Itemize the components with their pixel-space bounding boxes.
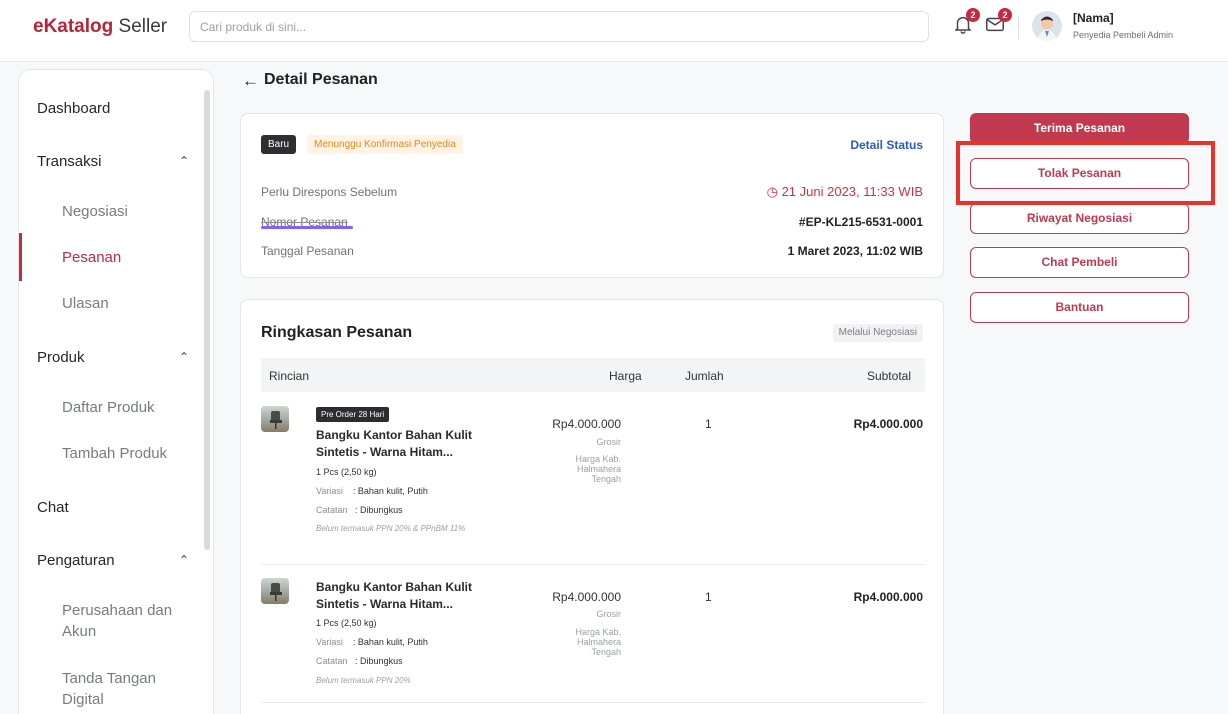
tax-note: Belum termasuk PPN 20% [316,676,411,685]
col-jumlah: Jumlah [685,369,724,383]
top-bar: eKatalog Seller 2 2 [Nama] Penyedia Pemb… [0,0,1228,62]
order-date-value: 1 Maret 2023, 11:02 WIB [787,244,923,258]
clock-icon: ◷ [766,184,778,199]
col-rincian: Rincian [269,369,310,383]
negotiation-history-button[interactable]: Riwayat Negosiasi [970,203,1189,234]
sidebar-item-tambah-produk[interactable]: Tambah Produk [62,443,167,464]
chair-icon [270,411,282,429]
order-number-value: #EP-KL215-6531-0001 [798,215,923,229]
catatan-value: : Dibungkus [355,656,403,666]
sidebar-item-ulasan[interactable]: Ulasan [62,293,109,314]
product-name[interactable]: Bangku Kantor Bahan Kulit Sintetis - War… [316,427,506,461]
chevron-up-icon[interactable]: ⌃ [179,154,189,168]
variasi-value: : Bahan kulit, Putih [352,486,428,496]
user-role: Penyedia Pembeli Admin [1073,30,1174,40]
preorder-badge: Pre Order 28 Hari [316,407,390,422]
sidebar-item-chat[interactable]: Chat [37,499,213,516]
sidebar-item-negosiasi[interactable]: Negosiasi [62,201,128,222]
table-header: Rincian Harga Jumlah Subtotal [261,358,925,392]
header-divider [1018,16,1019,40]
col-harga: Harga [609,369,642,383]
respond-before-label: Perlu Direspons Sebelum [261,185,398,199]
user-avatar-icon [1037,16,1057,41]
catatan-label: Catatan [316,656,348,666]
logo-brand: eKatalog [33,16,114,37]
message-button[interactable]: 2 [984,8,1012,39]
user-name[interactable]: [Nama] [1073,11,1114,25]
via-badge: Melalui Negosiasi [832,324,923,342]
product-variasi: Variasi : Bahan kulit, Putih [316,637,428,647]
chevron-up-icon[interactable]: ⌃ [179,553,189,567]
respond-before-date: 21 Juni 2023, 11:33 WIB [781,184,923,199]
logo[interactable]: eKatalog Seller [33,16,167,38]
respond-before-value: ◷ 21 Juni 2023, 11:33 WIB [767,184,923,200]
order-date-label: Tanggal Pesanan [261,244,354,258]
item-price: Rp4.000.000 [552,417,621,431]
price-type: Grosir [596,437,622,447]
notification-button[interactable]: 2 [952,8,980,39]
variasi-label: Variasi [316,486,343,496]
row-divider [261,564,925,565]
highlight-box [956,141,1215,205]
product-qty-weight: 1 Pcs (2,50 kg) [316,618,377,628]
product-name[interactable]: Bangku Kantor Bahan Kulit Sintetis - War… [316,579,506,613]
sidebar-item-dashboard[interactable]: Dashboard [37,100,213,117]
avatar[interactable] [1032,11,1062,41]
page-title: Detail Pesanan [264,71,378,88]
sidebar-scrollbar[interactable] [204,90,210,550]
sidebar-item-perusahaan[interactable]: Perusahaan dan Akun [62,600,192,642]
price-area: Harga Kab. Halmahera Tengah [575,454,621,484]
catatan-value: : Dibungkus [355,505,403,515]
message-badge: 2 [998,8,1012,22]
product-catatan: Catatan : Dibungkus [316,505,403,515]
catatan-label: Catatan [316,505,348,515]
variasi-value: : Bahan kulit, Putih [352,637,428,647]
chair-icon [270,583,282,601]
search-bar[interactable] [189,11,929,42]
sidebar-item-daftar-produk[interactable]: Daftar Produk [62,397,155,418]
tax-note: Belum termasuk PPN 20% & PPnBM 11% [316,524,466,533]
chat-buyer-button[interactable]: Chat Pembeli [970,247,1189,278]
logo-suffix: Seller [118,16,168,37]
active-indicator [19,233,22,281]
item-quantity: 1 [705,417,712,431]
item-subtotal: Rp4.000.000 [853,417,923,431]
notification-badge: 2 [966,8,980,22]
sidebar: Dashboard Transaksi ⌃ Negosiasi Pesanan … [18,69,214,714]
row-divider [261,702,925,703]
search-input[interactable] [190,12,928,41]
price-area: Harga Kab. Halmahera Tengah [575,627,621,657]
product-image[interactable] [261,578,289,604]
status-badge: Menunggu Konfirmasi Penyedia [307,135,463,154]
col-subtotal: Subtotal [866,369,911,383]
product-catatan: Catatan : Dibungkus [316,656,403,666]
item-subtotal: Rp4.000.000 [853,590,923,604]
chevron-up-icon[interactable]: ⌃ [179,350,189,364]
item-quantity: 1 [705,590,712,604]
accept-order-button[interactable]: Terima Pesanan [970,113,1189,144]
detail-status-link[interactable]: Detail Status [850,138,923,152]
item-price: Rp4.000.000 [552,590,621,604]
price-type: Grosir [596,609,622,619]
sidebar-item-tanda-tangan[interactable]: Tanda Tangan Digital [62,668,172,710]
summary-title: Ringkasan Pesanan [261,324,413,341]
order-status-card: Baru Menunggu Konfirmasi Penyedia Detail… [240,113,944,278]
sidebar-item-pesanan[interactable]: Pesanan [62,247,121,268]
product-variasi: Variasi : Bahan kulit, Putih [316,486,428,496]
order-summary-card: Ringkasan Pesanan Melalui Negosiasi Rinc… [240,299,944,714]
back-arrow-icon[interactable]: ← [242,71,259,91]
product-qty-weight: 1 Pcs (2,50 kg) [316,467,377,477]
help-button[interactable]: Bantuan [970,292,1189,323]
annotation-underline [261,226,353,229]
variasi-label: Variasi [316,637,343,647]
product-image[interactable] [261,406,289,432]
status-tag: Baru [261,135,297,154]
